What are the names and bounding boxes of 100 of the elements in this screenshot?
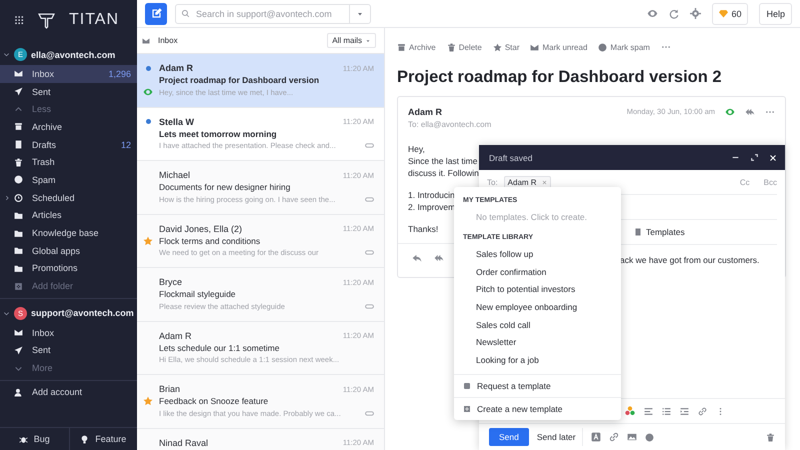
list-icon[interactable] bbox=[662, 406, 671, 416]
template-item[interactable]: Order confirmation bbox=[454, 262, 621, 280]
settings-icon[interactable] bbox=[690, 8, 702, 19]
star-icon bbox=[492, 42, 502, 52]
toolbar-button[interactable]: Star bbox=[492, 42, 520, 52]
archive-icon bbox=[397, 42, 406, 52]
folder-item[interactable]: Scheduled bbox=[0, 188, 137, 206]
create-template-item[interactable]: Create a new template bbox=[454, 396, 621, 420]
folder-item[interactable]: Trash bbox=[0, 153, 137, 172]
template-icon bbox=[634, 228, 642, 236]
folder-item[interactable]: Articles bbox=[0, 206, 137, 224]
email-subject: Flock terms and conditions bbox=[159, 236, 262, 246]
template-item[interactable]: Newsletter bbox=[454, 333, 621, 352]
template-item[interactable]: Sales cold call bbox=[454, 316, 621, 334]
email-sender: Adam R bbox=[159, 330, 193, 340]
clock-icon bbox=[14, 193, 23, 202]
email-sender: Bryce bbox=[159, 277, 184, 287]
pencil-icon bbox=[150, 7, 162, 20]
font-icon[interactable] bbox=[590, 432, 601, 442]
template-item[interactable]: New employee onboarding bbox=[454, 298, 621, 316]
folder-item[interactable]: Knowledge base bbox=[0, 224, 137, 242]
bug-icon bbox=[18, 434, 28, 444]
star-icon bbox=[143, 236, 153, 246]
message-recipient: To: ella@avontech.com bbox=[408, 120, 492, 129]
template-item[interactable]: Looking for a job bbox=[454, 351, 621, 369]
bulb-icon bbox=[80, 434, 90, 444]
message-line: discuss it. Followin bbox=[408, 167, 479, 179]
indent-icon[interactable] bbox=[680, 406, 689, 416]
email-subject: Documents for new designer hiring bbox=[159, 182, 292, 192]
mail-icon bbox=[14, 328, 23, 338]
mail-icon bbox=[14, 69, 23, 78]
filter-dropdown[interactable]: All mails bbox=[327, 33, 376, 48]
link-icon[interactable] bbox=[698, 406, 707, 416]
send-later-button[interactable]: Send later bbox=[536, 428, 583, 446]
reply-icon[interactable] bbox=[745, 107, 755, 117]
account-email: support@avontech.com bbox=[31, 308, 134, 318]
toolbar-button[interactable]: Delete bbox=[446, 42, 482, 52]
grid-icon[interactable] bbox=[14, 15, 24, 25]
trash-icon[interactable] bbox=[766, 432, 775, 442]
message-line: 1. Introducin bbox=[408, 189, 455, 201]
send-icon bbox=[14, 87, 23, 96]
credits-button[interactable]: 60 bbox=[712, 2, 748, 24]
compose-button[interactable] bbox=[145, 2, 167, 24]
email-sender: Adam R bbox=[159, 63, 194, 73]
template-item[interactable]: Pitch to potential investors bbox=[454, 280, 621, 298]
email-subject: Flockmail styleguide bbox=[159, 289, 237, 299]
add-account-item[interactable]: Add account bbox=[0, 381, 137, 403]
archive-icon bbox=[14, 122, 23, 132]
message-sender: Adam R bbox=[408, 107, 444, 117]
toolbar-button[interactable]: Archive bbox=[397, 42, 436, 52]
account-email: ella@avontech.com bbox=[31, 50, 116, 60]
folder-item[interactable]: Drafts 12 bbox=[0, 136, 137, 154]
request-template-item[interactable]: Request a template bbox=[454, 374, 621, 397]
eye-icon bbox=[725, 107, 735, 117]
close-icon[interactable] bbox=[769, 154, 777, 162]
toolbar-button[interactable]: Mark spam bbox=[598, 42, 650, 52]
folder-item[interactable]: Inbox bbox=[0, 324, 137, 342]
logo-text: TITAN bbox=[69, 11, 120, 29]
folder-item[interactable]: Promotions bbox=[0, 260, 137, 278]
message-line: Hey, bbox=[408, 143, 425, 155]
add-folder-icon bbox=[14, 282, 23, 291]
align-icon[interactable] bbox=[644, 406, 653, 416]
template-item[interactable]: Sales follow up bbox=[454, 245, 621, 263]
folder-item[interactable]: Archive bbox=[0, 118, 137, 136]
to-label: To: bbox=[487, 178, 498, 186]
help-button[interactable]: Help bbox=[759, 2, 792, 24]
toolbar-button[interactable]: Mark unread bbox=[530, 42, 588, 52]
refresh-icon[interactable] bbox=[669, 8, 680, 18]
message-title: Project roadmap for Dashboard version 2 bbox=[397, 68, 723, 87]
email-sender: Michael bbox=[159, 170, 192, 180]
email-subject: Feedback on Snooze feature bbox=[159, 396, 270, 406]
trash-icon bbox=[446, 42, 456, 52]
gem-icon bbox=[719, 9, 728, 18]
image-icon[interactable] bbox=[626, 432, 637, 442]
star-icon bbox=[143, 396, 153, 406]
folder-item[interactable]: Spam bbox=[0, 171, 137, 189]
eye-icon bbox=[143, 87, 153, 97]
send-button[interactable]: Send bbox=[489, 428, 529, 446]
eye-icon[interactable] bbox=[647, 8, 658, 19]
mail-icon bbox=[142, 36, 150, 44]
email-sender: Stella W bbox=[159, 116, 196, 126]
folder-item[interactable]: Sent bbox=[0, 342, 137, 360]
remove-icon[interactable] bbox=[542, 180, 547, 184]
bug-report-button[interactable]: Bug bbox=[0, 428, 68, 450]
email-sender: Ninad Raval bbox=[159, 438, 210, 448]
search-box[interactable]: Search in support@avontech.com bbox=[175, 4, 371, 24]
email-subject: Project roadmap for Dashboard version bbox=[159, 75, 320, 85]
color-icon[interactable] bbox=[625, 406, 635, 416]
compose-title: Draft saved bbox=[489, 152, 534, 162]
expand-icon[interactable] bbox=[750, 153, 759, 162]
reply-all-icon[interactable] bbox=[434, 253, 444, 263]
email-sender: David Jones, Ella (2) bbox=[159, 224, 244, 234]
recipient-chip[interactable]: Adam R bbox=[504, 176, 551, 188]
logo-icon bbox=[38, 12, 55, 28]
folder-item[interactable]: Inbox 1,296 bbox=[0, 65, 137, 83]
folder-item[interactable]: Global apps bbox=[0, 242, 137, 260]
chevron-icon bbox=[3, 51, 10, 58]
templates-button[interactable]: Templates bbox=[634, 227, 685, 237]
reply-icon[interactable] bbox=[412, 253, 422, 263]
folder-item[interactable]: Sent bbox=[0, 82, 137, 100]
